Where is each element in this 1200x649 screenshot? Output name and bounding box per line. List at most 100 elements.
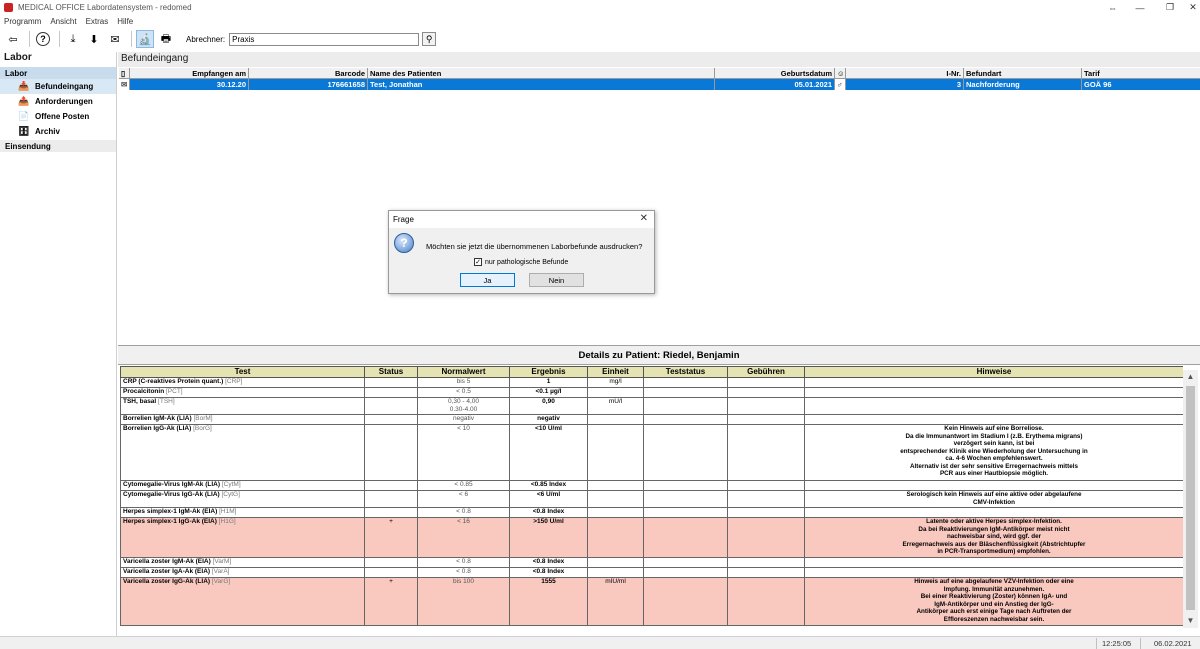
table-row[interactable]: Procalcitonin [PCT] < 0.5 <0.1 µg/l (120, 387, 1183, 398)
cell-gebuehren (727, 480, 805, 491)
sidebar-item-befundeingang[interactable]: 📥 Befundeingang (0, 79, 116, 94)
table-row[interactable]: CRP (C-reaktives Protein quant.) [CRP] bi… (120, 377, 1183, 388)
col-name[interactable]: Name des Patienten (368, 68, 715, 78)
dialog-title: Frage (393, 215, 414, 224)
question-dialog: Frage ✕ ? Möchten sie jetzt die übernomm… (388, 210, 655, 294)
table-row[interactable]: Cytomegalie-Virus IgG-Ak (LIA) [CytG] < 6… (120, 490, 1183, 508)
download-icon[interactable]: ⬇ (85, 30, 103, 48)
import-icon[interactable]: ⤓ (64, 30, 82, 48)
mail-icon[interactable]: ✉ (106, 30, 124, 48)
search-icon[interactable]: ⚲ (422, 32, 437, 46)
cell-test: TSH, basal [TSH] (120, 397, 365, 415)
test-code: [H1M] (219, 508, 237, 515)
print-icon[interactable]: 🖶 (157, 30, 175, 48)
gender-header-icon[interactable]: ☺ (835, 68, 846, 78)
cell-test: Herpes simplex-1 IgM-Ak (EIA) [H1M] (120, 507, 365, 518)
cell-test: CRP (C-reaktives Protein quant.) [CRP] (120, 377, 365, 388)
archive-icon: 🗄 (18, 126, 30, 136)
sidebar-item-anforderungen[interactable]: 📤 Anforderungen (0, 94, 116, 109)
col-befundart[interactable]: Befundart (964, 68, 1082, 78)
help-icon[interactable]: ? (36, 32, 50, 46)
col-teststatus[interactable]: Teststatus (643, 366, 728, 378)
details-header-row: Test Status Normalwert Ergebnis Einheit … (120, 366, 1183, 378)
test-name: CRP (C-reaktives Protein quant.) (123, 378, 224, 385)
col-inr[interactable]: I-Nr. (846, 68, 964, 78)
table-row[interactable]: Herpes simplex-1 IgG-Ak (EIA) [H1G] + < 16… (120, 517, 1183, 558)
table-row[interactable]: Herpes simplex-1 IgM-Ak (EIA) [H1M] < 0.8… (120, 507, 1183, 518)
cell-teststatus (643, 480, 728, 491)
menu-hilfe[interactable]: Hilfe (117, 17, 133, 26)
dialog-titlebar: Frage ✕ (389, 211, 654, 228)
exit-icon[interactable]: ⇦ (4, 30, 22, 48)
table-row[interactable]: Varicella zoster IgA-Ak (EIA) [VarA] < 0.… (120, 567, 1183, 578)
cell-teststatus (643, 567, 728, 578)
close-button[interactable]: ✕ (1178, 0, 1200, 15)
grid-status-header-icon[interactable]: ▯ (119, 68, 130, 78)
test-code: [VarA] (211, 568, 230, 575)
test-code: [BorM] (193, 415, 213, 422)
cell-ergebnis: 1 (509, 377, 588, 388)
main-title-bar (118, 52, 1200, 67)
cell-test: Borrelien IgM-Ak (LIA) [BorM] (120, 414, 365, 425)
minimize-button[interactable]: — (1125, 0, 1155, 15)
cell-test: Varicella zoster IgG-Ak (LIA) [VarG] (120, 577, 365, 626)
status-bar: 12:25:05 06.02.2021 (0, 636, 1200, 649)
sidebar-item-offene-posten[interactable]: 📄 Offene Posten (0, 109, 116, 124)
sidebar-group-labor[interactable]: Labor (0, 67, 116, 79)
table-row[interactable]: Varicella zoster IgG-Ak (LIA) [VarG] + bis… (120, 577, 1183, 626)
cell-befundart: Nachforderung (964, 79, 1082, 90)
sidebar-item-label: Offene Posten (35, 112, 90, 121)
table-row[interactable]: Borrelien IgM-Ak (LIA) [BorM] negativ nega… (120, 414, 1183, 425)
col-gebuehren[interactable]: Gebühren (727, 366, 805, 378)
scroll-down-icon[interactable]: ▼ (1183, 614, 1198, 628)
sidebar-group-einsendung[interactable]: Einsendung (0, 140, 116, 152)
page-title: Befundeingang (121, 53, 189, 64)
cell-normalwert: < 16 (417, 517, 510, 558)
microscope-icon[interactable]: 🔬 (136, 30, 154, 48)
cell-gebuehren (727, 567, 805, 578)
pathological-only-checkbox[interactable]: ✓ nur pathologische Befunde (474, 258, 568, 266)
dialog-close-icon[interactable]: ✕ (640, 213, 648, 224)
row-doc-icon: ✉ (119, 79, 130, 90)
col-geburtsdatum[interactable]: Geburtsdatum (715, 68, 835, 78)
col-tarif[interactable]: Tarif (1082, 68, 1200, 78)
details-scrollbar[interactable]: ▲ ▼ (1183, 370, 1198, 628)
sidebar-item-archiv[interactable]: 🗄 Archiv (0, 124, 116, 139)
yes-button[interactable]: Ja (460, 273, 515, 287)
col-status[interactable]: Status (364, 366, 418, 378)
menu-programm[interactable]: Programm (4, 17, 41, 26)
cell-einheit (587, 424, 644, 481)
cell-ergebnis: <0.8 Index (509, 507, 588, 518)
menu-ansicht[interactable]: Ansicht (50, 17, 76, 26)
cell-test: Borrelien IgG-Ak (LIA) [BorG] (120, 424, 365, 481)
table-row[interactable]: TSH, basal [TSH] 0,30 - 4,00 0.30-4.00 0,9… (120, 397, 1183, 415)
menu-extras[interactable]: Extras (86, 17, 109, 26)
no-button[interactable]: Nein (529, 273, 584, 287)
cell-hinweise: Hinweis auf eine abgelaufene VZV-Infekti… (804, 577, 1183, 626)
cell-geburtsdatum: 05.01.2021 (715, 79, 835, 90)
checkbox-check-icon[interactable]: ✓ (474, 258, 482, 266)
cell-normalwert: < 0.8 (417, 507, 510, 518)
col-test[interactable]: Test (120, 366, 365, 378)
cell-ergebnis: 0,90 (509, 397, 588, 415)
toolbar: ⇦ ? ⤓ ⬇ ✉ 🔬 🖶 Abrechner: ⚲ (0, 28, 1200, 50)
cell-hinweise (804, 567, 1183, 578)
scroll-up-icon[interactable]: ▲ (1183, 370, 1198, 384)
scroll-thumb[interactable] (1186, 386, 1195, 610)
col-empfangen[interactable]: Empfangen am (130, 68, 249, 78)
resize-icon[interactable]: ⇔ (1108, 3, 1117, 13)
col-einheit[interactable]: Einheit (587, 366, 644, 378)
table-row[interactable]: ✉ 30.12.20 176661658 Test, Jonathan 05.0… (119, 79, 1200, 90)
status-divider (1140, 638, 1141, 649)
cell-normalwert: < 0.5 (417, 387, 510, 398)
table-row[interactable]: Cytomegalie-Virus IgM-Ak (LIA) [CytM] < 0… (120, 480, 1183, 491)
col-hinweise[interactable]: Hinweise (804, 366, 1183, 378)
col-ergebnis[interactable]: Ergebnis (509, 366, 588, 378)
col-barcode[interactable]: Barcode (249, 68, 368, 78)
col-normalwert[interactable]: Normalwert (417, 366, 510, 378)
test-code: [VarM] (212, 558, 232, 565)
table-row[interactable]: Borrelien IgG-Ak (LIA) [BorG] < 10 <10 U/m… (120, 424, 1183, 481)
table-row[interactable]: Varicella zoster IgM-Ak (EIA) [VarM] < 0.… (120, 557, 1183, 568)
test-code: [H1G] (218, 518, 236, 525)
abrechner-input[interactable] (229, 32, 420, 46)
